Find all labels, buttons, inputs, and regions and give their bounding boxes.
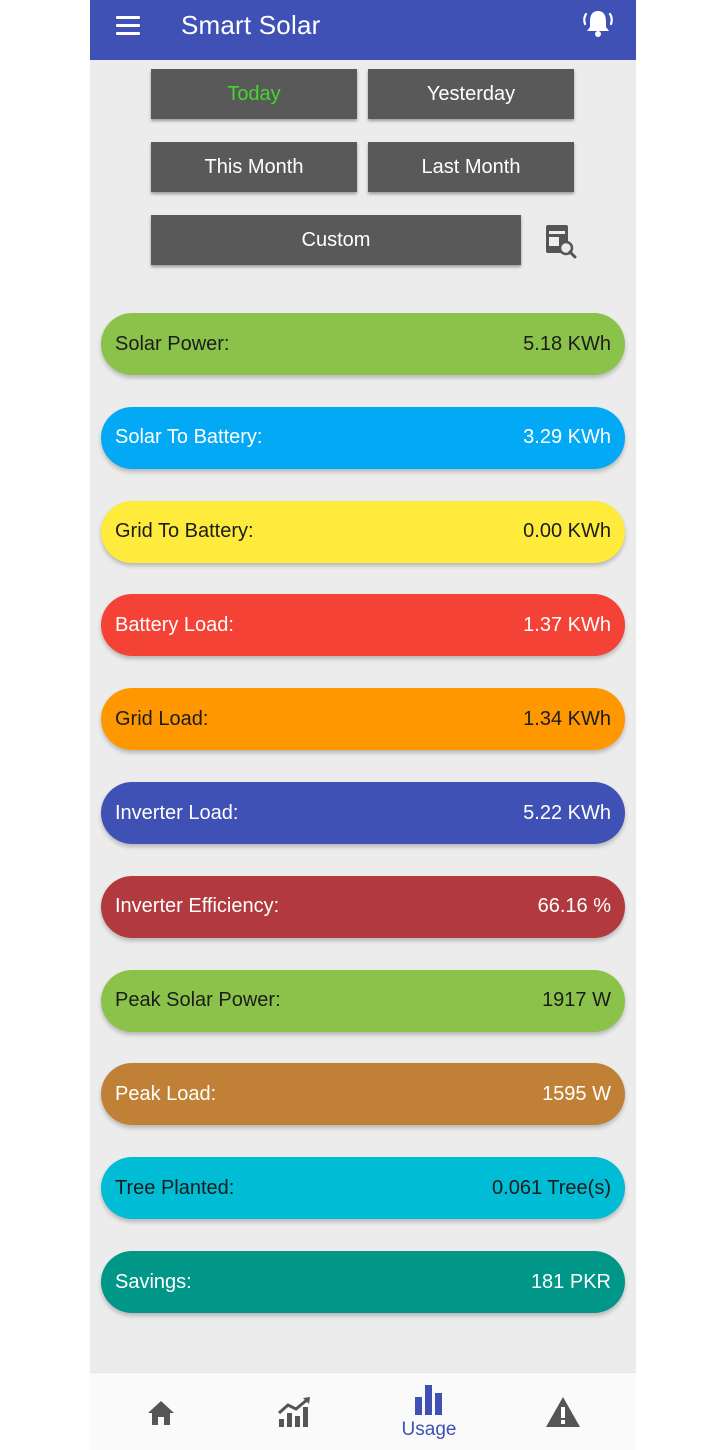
- stat-label: Inverter Load:: [115, 801, 239, 824]
- stat-label: Peak Load:: [115, 1082, 217, 1105]
- app-title: Smart Solar: [181, 10, 321, 40]
- stat-row: Battery Load: 1.37 KWh: [101, 594, 625, 657]
- stat-label: Peak Solar Power:: [115, 989, 281, 1012]
- stat-value: 66.16 %: [537, 895, 611, 918]
- stat-value: 0.061 Tree(s): [492, 1176, 611, 1199]
- stat-label: Battery Load:: [115, 613, 234, 636]
- stat-label: Savings:: [115, 1270, 192, 1293]
- app-bar: Smart Solar: [90, 0, 636, 60]
- stat-row: Savings: 181 PKR: [101, 1251, 625, 1313]
- stat-label: Grid Load:: [115, 707, 209, 730]
- hamburger-menu-icon[interactable]: [114, 12, 144, 42]
- calendar-search-icon[interactable]: [542, 221, 578, 259]
- stat-value: 5.22 KWh: [523, 801, 611, 824]
- stat-row: Grid Load: 1.34 KWh: [101, 688, 625, 751]
- stat-value: 3.29 KWh: [523, 426, 611, 449]
- stat-value: 5.18 KWh: [523, 332, 611, 355]
- bell-alert-icon[interactable]: [580, 6, 616, 42]
- stat-value: 0.00 KWh: [523, 520, 611, 543]
- nav-alerts[interactable]: [508, 1373, 618, 1450]
- stat-row: Peak Load: 1595 W: [101, 1063, 625, 1126]
- bar-chart-icon: [415, 1385, 442, 1415]
- app-screen: Smart Solar Today Yesterday This Month L…: [90, 0, 636, 1450]
- stat-row: Inverter Efficiency: 66.16 %: [101, 875, 625, 938]
- stat-row: Solar Power: 5.18 KWh: [101, 313, 625, 375]
- stat-label: Solar To Battery:: [115, 426, 263, 449]
- stat-row: Tree Planted: 0.061 Tree(s): [101, 1157, 625, 1220]
- warning-icon: [546, 1397, 580, 1427]
- stat-row: Solar To Battery: 3.29 KWh: [101, 406, 625, 469]
- stat-label: Tree Planted:: [115, 1176, 235, 1199]
- stat-label: Solar Power:: [115, 332, 230, 355]
- stat-value: 1917 W: [542, 989, 611, 1012]
- bottom-navigation: Usage: [90, 1372, 636, 1450]
- nav-trend[interactable]: [240, 1373, 350, 1450]
- chart-trend-icon: [278, 1397, 310, 1427]
- stat-row: Inverter Load: 5.22 KWh: [101, 782, 625, 844]
- stat-value: 1595 W: [542, 1082, 611, 1105]
- nav-usage[interactable]: Usage: [374, 1373, 484, 1450]
- filter-today-button[interactable]: Today: [151, 69, 357, 119]
- stat-value: 181 PKR: [530, 1270, 611, 1293]
- stat-value: 1.37 KWh: [523, 613, 611, 636]
- filter-last-month-button[interactable]: Last Month: [368, 142, 574, 192]
- stat-label: Inverter Efficiency:: [115, 895, 280, 918]
- stat-value: 1.34 KWh: [523, 707, 611, 730]
- stat-label: Grid To Battery:: [115, 520, 254, 543]
- home-icon: [148, 1401, 174, 1425]
- nav-usage-label: Usage: [401, 1419, 457, 1440]
- filter-yesterday-button[interactable]: Yesterday: [368, 69, 574, 119]
- stat-row: Peak Solar Power: 1917 W: [101, 969, 625, 1032]
- nav-home[interactable]: [106, 1373, 216, 1450]
- stat-row: Grid To Battery: 0.00 KWh: [101, 500, 625, 563]
- filter-this-month-button[interactable]: This Month: [151, 142, 357, 192]
- filter-custom-button[interactable]: Custom: [151, 215, 521, 265]
